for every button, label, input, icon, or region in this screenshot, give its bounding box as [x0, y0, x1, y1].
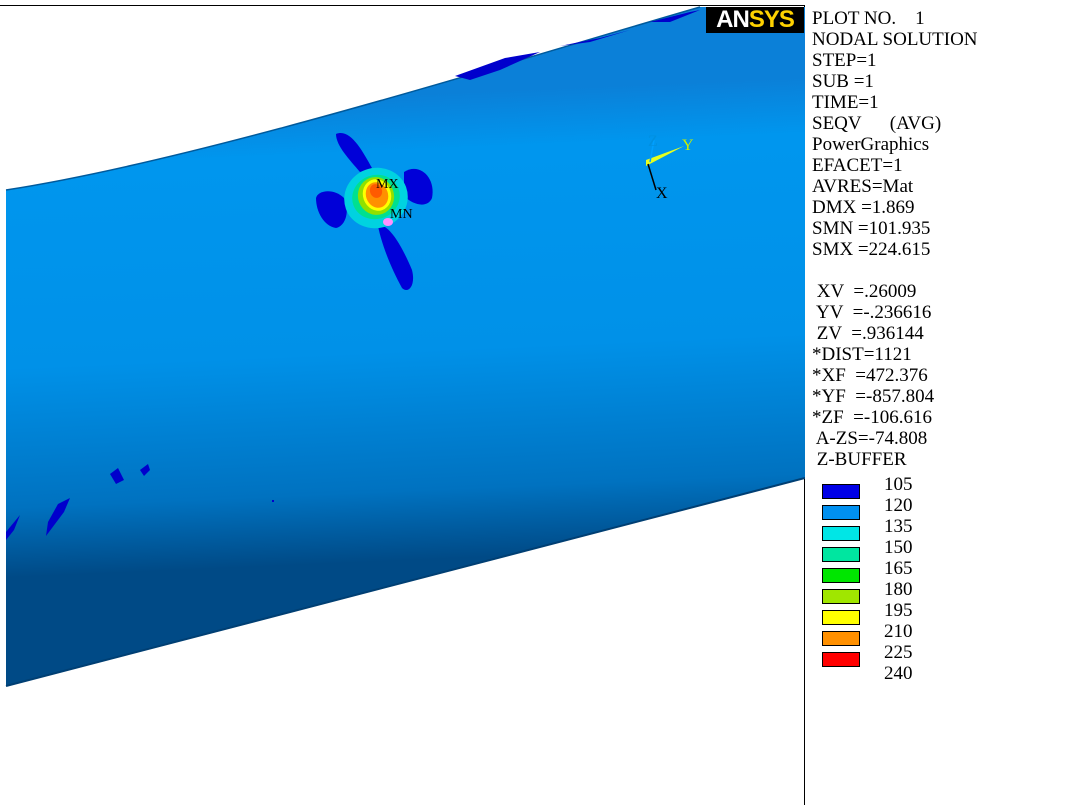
legend-row: 120	[822, 495, 1072, 520]
substep: SUB =1	[812, 71, 874, 92]
legend-row: 135	[822, 516, 1072, 541]
legend-row: 225	[822, 642, 1072, 667]
legend-label: 210	[884, 621, 913, 642]
plot-number: PLOT NO. 1	[812, 8, 925, 29]
view-dist: *DIST=1121	[812, 344, 912, 365]
view-zv: ZV =.936144	[812, 323, 924, 344]
graphics-viewport[interactable]: MX MN Z Y X AN SYS	[0, 0, 805, 810]
triad-z-label: Z	[648, 133, 658, 150]
smx-value: SMX =224.615	[812, 239, 931, 260]
legend-label: 150	[884, 537, 913, 558]
result-item: SEQV (AVG)	[812, 113, 942, 134]
legend-label: 180	[884, 579, 913, 600]
legend-label: 120	[884, 495, 913, 516]
legend-label: 240	[884, 663, 913, 684]
legend-label: 225	[884, 642, 913, 663]
legend-label: 135	[884, 516, 913, 537]
legend-row: 165	[822, 558, 1072, 583]
time: TIME=1	[812, 92, 879, 113]
legend-row: 240	[822, 663, 1072, 684]
z-buffer: Z-BUFFER	[812, 449, 907, 470]
solution-type: NODAL SOLUTION	[812, 29, 978, 50]
view-zf: *ZF =-106.616	[812, 407, 932, 428]
model-scene[interactable]: MX MN Z Y X	[0, 0, 805, 810]
legend-row: 150	[822, 537, 1072, 562]
view-xf: *XF =472.376	[812, 365, 928, 386]
efacet: EFACET=1	[812, 155, 903, 176]
triad-y-label: Y	[682, 137, 694, 154]
legend-label: 195	[884, 600, 913, 621]
dmx-value: DMX =1.869	[812, 197, 915, 218]
view-azs: A-ZS=-74.808	[812, 428, 928, 449]
legend-row: 180	[822, 579, 1072, 604]
smn-value: SMN =101.935	[812, 218, 931, 239]
view-xv: XV =.26009	[812, 281, 917, 302]
graphics-mode: PowerGraphics	[812, 134, 930, 155]
logo-part2: SYS	[748, 6, 795, 33]
contour-legend: 105 120 135 150 165 180 195 210 225 240	[822, 474, 1072, 684]
max-marker: MX	[376, 177, 399, 192]
min-marker: MN	[390, 207, 413, 222]
legend-label: 105	[884, 474, 913, 495]
pipe-surface	[6, 7, 805, 686]
triad-x-label: X	[656, 185, 668, 202]
legend-row: 210	[822, 621, 1072, 646]
avres: AVRES=Mat	[812, 176, 914, 197]
view-yv: YV =-.236616	[812, 302, 932, 323]
view-yf: *YF =-857.804	[812, 386, 935, 407]
logo-part1: AN	[716, 6, 750, 33]
legend-row: 195	[822, 600, 1072, 625]
legend-label: 165	[884, 558, 913, 579]
stress-patch	[272, 500, 274, 502]
legend-row: 105	[822, 474, 1072, 499]
ansys-logo: AN SYS	[706, 7, 804, 33]
step: STEP=1	[812, 50, 877, 71]
plot-info-panel: PLOT NO. 1 NODAL SOLUTION STEP=1 SUB =1 …	[812, 8, 1072, 470]
